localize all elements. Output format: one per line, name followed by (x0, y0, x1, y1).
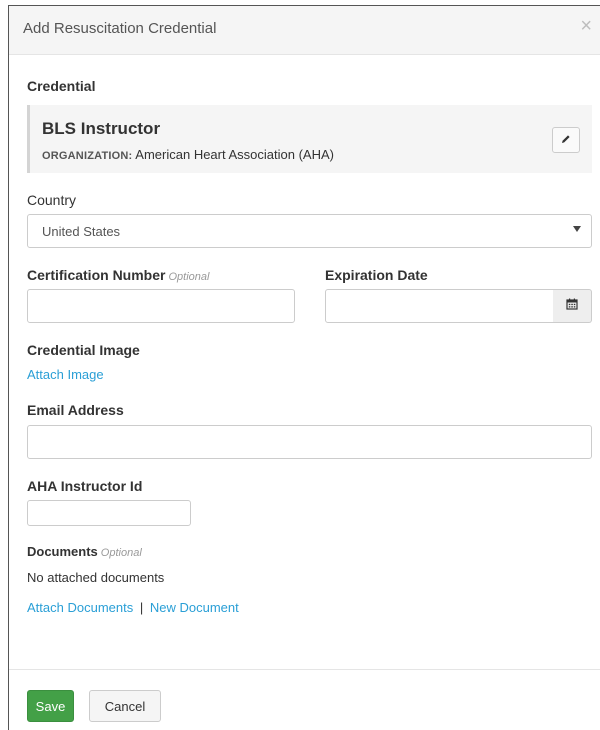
organization-label: ORGANIZATION: (42, 150, 133, 162)
credential-section-label: Credential (27, 78, 96, 94)
email-address-input[interactable] (27, 425, 592, 459)
edit-credential-button[interactable] (552, 127, 580, 153)
expiration-date-input[interactable] (325, 289, 554, 323)
document-actions: Attach Documents | New Document (27, 600, 239, 615)
country-label: Country (27, 192, 77, 208)
organization-value: American Heart Association (AHA) (135, 147, 334, 162)
expiration-date-label: Expiration Date (325, 267, 428, 283)
documents-label: Documents Optional (27, 544, 142, 559)
link-separator: | (139, 600, 144, 615)
credential-card: BLS Instructor ORGANIZATION: American He… (27, 105, 592, 173)
pencil-icon (561, 131, 571, 149)
modal-title: Add Resuscitation Credential (23, 20, 217, 37)
attach-documents-link[interactable]: Attach Documents (27, 600, 133, 615)
cancel-button[interactable]: Cancel (89, 690, 161, 722)
optional-tag: Optional (168, 271, 210, 283)
certification-number-label-text: Certification Number (27, 267, 166, 283)
modal-header: Add Resuscitation Credential × (9, 6, 600, 55)
optional-tag: Optional (100, 547, 142, 559)
certification-number-input[interactable] (27, 289, 295, 323)
aha-instructor-id-input[interactable] (27, 500, 191, 526)
chevron-down-icon (573, 226, 581, 232)
credential-image-label: Credential Image (27, 342, 140, 358)
email-address-label: Email Address (27, 402, 124, 418)
certification-number-label: Certification Number Optional (27, 267, 209, 283)
new-document-link[interactable]: New Document (150, 600, 239, 615)
footer-divider (9, 669, 600, 670)
save-button[interactable]: Save (27, 690, 74, 722)
calendar-icon (566, 297, 578, 315)
no-documents-text: No attached documents (27, 570, 165, 585)
aha-instructor-id-label: AHA Instructor Id (27, 478, 143, 494)
calendar-button[interactable] (553, 289, 592, 323)
credential-organization: ORGANIZATION: American Heart Association… (42, 147, 334, 162)
credential-name: BLS Instructor (42, 119, 161, 138)
add-credential-modal: Add Resuscitation Credential × Credentia… (8, 5, 600, 730)
documents-label-text: Documents (27, 544, 98, 559)
close-icon[interactable]: × (580, 16, 592, 36)
country-selected-value: United States (42, 224, 121, 239)
country-select[interactable]: United States (27, 214, 592, 248)
attach-image-link[interactable]: Attach Image (27, 367, 104, 382)
